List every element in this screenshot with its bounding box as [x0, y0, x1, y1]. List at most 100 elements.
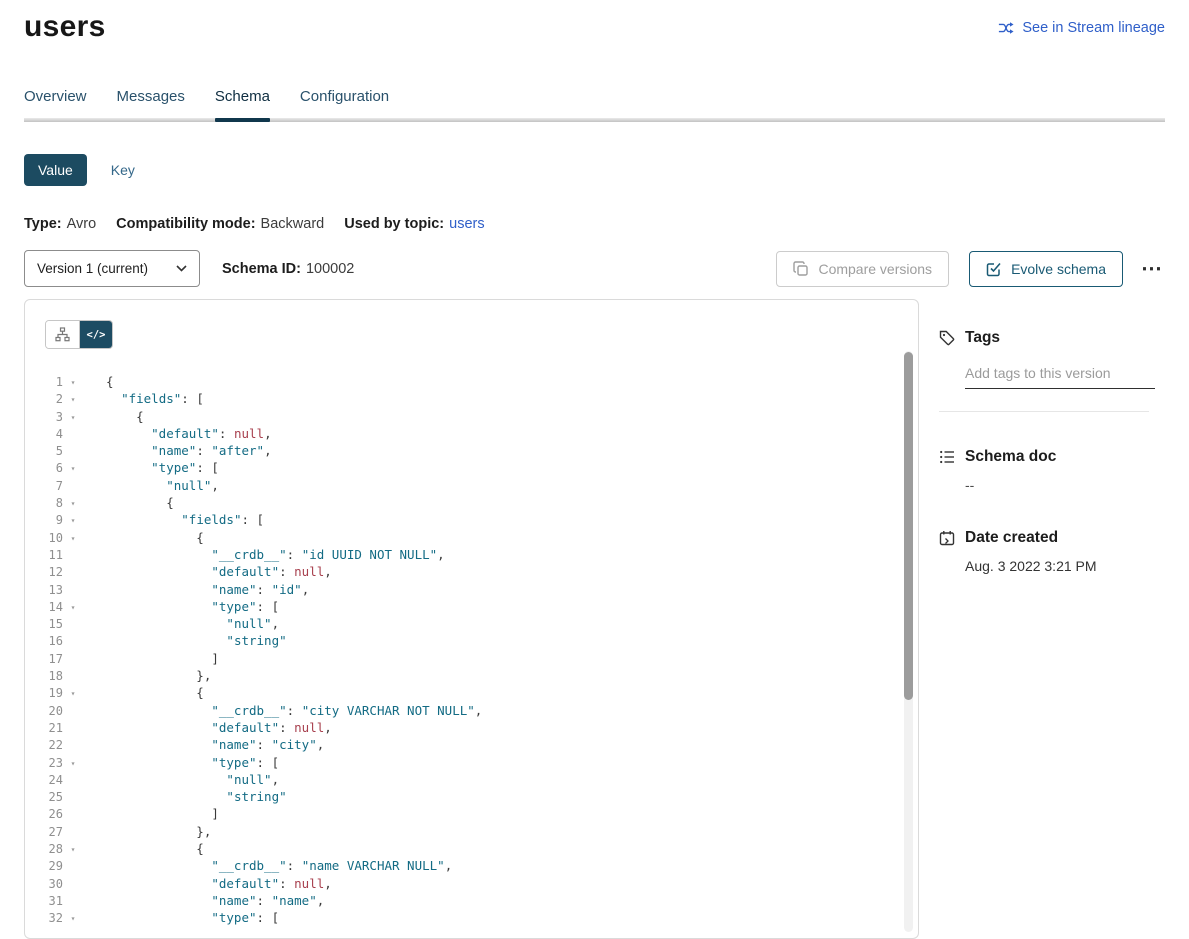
fold-toggle-icon[interactable]: ▾	[66, 409, 80, 426]
fold-toggle-icon[interactable]: ▾	[66, 512, 80, 529]
code-line: 11 "__crdb__": "id UUID NOT NULL",	[25, 546, 918, 563]
code-text: {	[106, 530, 204, 545]
line-number: 6	[25, 460, 63, 477]
fold-toggle-icon[interactable]: ▾	[66, 685, 80, 702]
code-text: "type": [	[106, 460, 219, 475]
code-lines: 1▾{2▾ "fields": [3▾ {4 "default": null,5…	[25, 373, 918, 927]
line-number: 23	[25, 755, 63, 772]
line-number: 10	[25, 530, 63, 547]
code-text: "string"	[106, 789, 287, 804]
tag-icon	[939, 330, 955, 346]
fold-toggle-icon[interactable]: ▾	[66, 460, 80, 477]
line-number: 9	[25, 512, 63, 529]
code-text: ]	[106, 651, 219, 666]
line-number: 25	[25, 789, 63, 806]
code-text: "default": null,	[106, 564, 332, 579]
chevron-down-icon	[176, 265, 187, 272]
line-number: 20	[25, 703, 63, 720]
fold-toggle-icon[interactable]: ▾	[66, 910, 80, 927]
code-text: "__crdb__": "city VARCHAR NOT NULL",	[106, 703, 482, 718]
code-text: {	[106, 374, 114, 389]
line-number: 29	[25, 858, 63, 875]
code-text: "type": [	[106, 755, 279, 770]
code-line: 14▾ "type": [	[25, 598, 918, 615]
code-line: 16 "string"	[25, 632, 918, 649]
line-number: 21	[25, 720, 63, 737]
tab-configuration[interactable]: Configuration	[300, 88, 389, 118]
version-select[interactable]: Version 1 (current)	[24, 250, 200, 287]
tree-view-button[interactable]	[46, 321, 79, 348]
code-line: 29 "__crdb__": "name VARCHAR NULL",	[25, 857, 918, 874]
line-number: 26	[25, 806, 63, 823]
schema-doc-section: Schema doc --	[939, 448, 1165, 493]
code-line: 30 "default": null,	[25, 875, 918, 892]
code-view-button[interactable]: </>	[79, 321, 112, 348]
compare-versions-icon	[793, 261, 809, 277]
code-text: "null",	[106, 772, 279, 787]
code-line: 17 ]	[25, 650, 918, 667]
line-number: 12	[25, 564, 63, 581]
topic-link[interactable]: users	[449, 216, 484, 232]
tab-list: Overview Messages Schema Configuration	[24, 88, 1165, 118]
page-title: users	[24, 8, 106, 46]
version-select-value: Version 1 (current)	[37, 261, 148, 276]
add-tags-input[interactable]	[965, 361, 1155, 389]
code-text: "null",	[106, 478, 219, 493]
schema-meta: Type:Avro Compatibility mode:Backward Us…	[24, 216, 1165, 232]
schema-id: Schema ID:100002	[222, 261, 354, 277]
line-number: 3	[25, 409, 63, 426]
view-mode-group: </>	[45, 320, 113, 349]
schema-doc-title: Schema doc	[965, 448, 1056, 466]
tab-overview[interactable]: Overview	[24, 88, 87, 118]
fold-toggle-icon[interactable]: ▾	[66, 391, 80, 408]
calendar-icon	[939, 530, 955, 546]
code-line: 7 "null",	[25, 477, 918, 494]
fold-toggle-icon[interactable]: ▾	[66, 495, 80, 512]
tab-messages[interactable]: Messages	[117, 88, 185, 118]
code-text: "default": null,	[106, 426, 272, 441]
fold-toggle-icon[interactable]: ▾	[66, 755, 80, 772]
fold-toggle-icon[interactable]: ▾	[66, 599, 80, 616]
fold-toggle-icon[interactable]: ▾	[66, 374, 80, 391]
code-text: "name": "id",	[106, 582, 309, 597]
vertical-scrollbar[interactable]	[904, 351, 913, 932]
code-text: {	[106, 685, 204, 700]
tab-schema[interactable]: Schema	[215, 88, 270, 118]
compare-versions-button[interactable]: Compare versions	[776, 251, 949, 287]
code-text: "type": [	[106, 599, 279, 614]
scrollbar-thumb[interactable]	[904, 352, 913, 700]
stream-lineage-icon	[998, 20, 1014, 36]
code-text: "type": [	[106, 910, 279, 925]
schema-code-viewer: 1▾{2▾ "fields": [3▾ {4 "default": null,5…	[25, 373, 918, 927]
tags-section: Tags	[939, 329, 1165, 412]
stream-lineage-link[interactable]: See in Stream lineage	[998, 20, 1165, 36]
code-line: 28▾ {	[25, 840, 918, 857]
code-line: 1▾{	[25, 373, 918, 390]
page: users See in Stream lineage Overview Mes…	[0, 0, 1189, 939]
schema-sidebar: Tags Schema doc --	[919, 299, 1165, 574]
code-line: 10▾ {	[25, 529, 918, 546]
schema-doc-icon	[939, 449, 955, 465]
sidebar-divider	[939, 411, 1149, 412]
code-line: 24 "null",	[25, 771, 918, 788]
code-line: 5 "name": "after",	[25, 442, 918, 459]
fold-toggle-icon[interactable]: ▾	[66, 841, 80, 858]
code-line: 22 "name": "city",	[25, 736, 918, 753]
line-number: 15	[25, 616, 63, 633]
line-number: 31	[25, 893, 63, 910]
code-text: "name": "name",	[106, 893, 324, 908]
code-text: ]	[106, 806, 219, 821]
value-toggle-button[interactable]: Value	[24, 154, 87, 186]
code-text: },	[106, 668, 211, 683]
code-line: 18 },	[25, 667, 918, 684]
stream-lineage-label: See in Stream lineage	[1022, 20, 1165, 36]
fold-toggle-icon[interactable]: ▾	[66, 530, 80, 547]
date-created-heading: Date created	[939, 529, 1165, 547]
code-line: 6▾ "type": [	[25, 459, 918, 476]
evolve-schema-button[interactable]: Evolve schema	[969, 251, 1123, 287]
code-text: {	[106, 409, 144, 424]
key-toggle-button[interactable]: Key	[101, 154, 145, 186]
more-options-button[interactable]: ⋯	[1139, 254, 1165, 283]
line-number: 17	[25, 651, 63, 668]
code-line: 21 "default": null,	[25, 719, 918, 736]
